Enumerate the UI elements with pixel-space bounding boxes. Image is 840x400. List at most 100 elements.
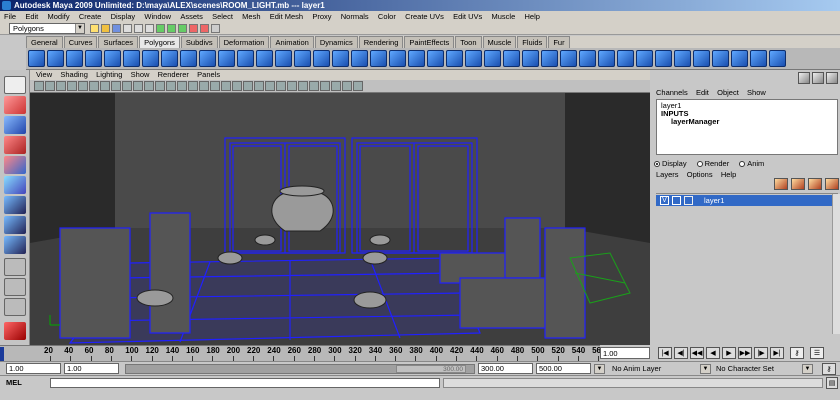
panel-tool-icon[interactable] bbox=[199, 81, 209, 91]
script-editor-icon[interactable]: ▤ bbox=[826, 377, 838, 389]
cb-menu-edit[interactable]: Edit bbox=[696, 88, 709, 97]
range-slider-thumb[interactable]: 300.00 bbox=[396, 365, 466, 373]
polygon-tool-icon[interactable] bbox=[769, 50, 786, 67]
layer-color-swatch[interactable] bbox=[684, 196, 693, 205]
ipr-render-icon[interactable] bbox=[200, 24, 209, 33]
panel-tool-icon[interactable] bbox=[342, 81, 352, 91]
chevron-down-icon[interactable]: ▼ bbox=[802, 364, 813, 374]
polygon-tool-icon[interactable] bbox=[446, 50, 463, 67]
auto-key-icon[interactable]: ⚷ bbox=[790, 347, 804, 359]
polygon-tool-icon[interactable] bbox=[541, 50, 558, 67]
layer-menu-options[interactable]: Options bbox=[687, 170, 713, 179]
character-set-dropdown[interactable]: No Character Set bbox=[716, 363, 774, 375]
layer-display-type-toggle[interactable] bbox=[672, 196, 681, 205]
panel-tool-icon[interactable] bbox=[78, 81, 88, 91]
snap-grid-icon[interactable] bbox=[156, 24, 165, 33]
shelf-tab-muscle[interactable]: Muscle bbox=[482, 36, 517, 48]
shelf-tab-fluids[interactable]: Fluids bbox=[517, 36, 548, 48]
polygon-tool-icon[interactable] bbox=[712, 50, 729, 67]
polygon-tool-icon[interactable] bbox=[66, 50, 83, 67]
panel-tool-icon[interactable] bbox=[287, 81, 297, 91]
polygon-tool-icon[interactable] bbox=[351, 50, 368, 67]
panel-tool-icon[interactable] bbox=[265, 81, 275, 91]
shelf-tab-rendering[interactable]: Rendering bbox=[358, 36, 404, 48]
step-forward-key-icon[interactable]: ▶▶ bbox=[738, 347, 752, 359]
panel-menu-view[interactable]: View bbox=[36, 70, 52, 79]
chevron-down-icon[interactable]: ▼ bbox=[594, 364, 605, 374]
chevron-down-icon[interactable]: ▼ bbox=[700, 364, 711, 374]
polygon-tool-icon[interactable] bbox=[693, 50, 710, 67]
layer-visibility-toggle[interactable]: V bbox=[660, 196, 669, 205]
move-layer-down-icon[interactable] bbox=[791, 178, 805, 190]
panel-tool-icon[interactable] bbox=[45, 81, 55, 91]
channel-box-toggle-icon[interactable] bbox=[826, 72, 838, 84]
outliner-layout-icon[interactable] bbox=[4, 322, 26, 340]
go-to-start-icon[interactable]: |◀ bbox=[658, 347, 672, 359]
step-back-icon[interactable]: ◀| bbox=[674, 347, 688, 359]
step-back-key-icon[interactable]: ◀◀ bbox=[690, 347, 704, 359]
shelf-tab-surfaces[interactable]: Surfaces bbox=[98, 36, 139, 48]
scale-tool-icon[interactable] bbox=[4, 176, 26, 194]
menu-display[interactable]: Display bbox=[111, 12, 136, 21]
start-time-field[interactable]: 1.00 bbox=[6, 363, 61, 374]
panel-tool-icon[interactable] bbox=[243, 81, 253, 91]
panel-tool-icon[interactable] bbox=[232, 81, 242, 91]
polygon-tool-icon[interactable] bbox=[142, 50, 159, 67]
mel-command-input[interactable] bbox=[50, 378, 440, 388]
layer-menu-layers[interactable]: Layers bbox=[656, 170, 679, 179]
shelf-tab-painteffects[interactable]: PaintEffects bbox=[404, 36, 455, 48]
new-scene-icon[interactable] bbox=[90, 24, 99, 33]
shelf-tab-curves[interactable]: Curves bbox=[63, 36, 98, 48]
select-tool-icon[interactable] bbox=[4, 76, 26, 94]
menu-select[interactable]: Select bbox=[212, 12, 233, 21]
menu-color[interactable]: Color bbox=[378, 12, 396, 21]
lasso-tool-icon[interactable] bbox=[4, 96, 26, 114]
menu-mesh[interactable]: Mesh bbox=[242, 12, 260, 21]
polygon-tool-icon[interactable] bbox=[617, 50, 634, 67]
snap-point-icon[interactable] bbox=[178, 24, 187, 33]
move-tool-icon[interactable] bbox=[4, 136, 26, 154]
four-pane-layout-icon[interactable] bbox=[4, 278, 26, 296]
menu-create[interactable]: Create bbox=[79, 12, 102, 21]
select-object-icon[interactable] bbox=[134, 24, 143, 33]
polygon-tool-icon[interactable] bbox=[636, 50, 653, 67]
polygon-tool-icon[interactable] bbox=[104, 50, 121, 67]
panel-tool-icon[interactable] bbox=[56, 81, 66, 91]
panel-menu-show[interactable]: Show bbox=[131, 70, 150, 79]
current-frame-field[interactable]: 1.00 bbox=[600, 347, 650, 359]
panel-tool-icon[interactable] bbox=[34, 81, 44, 91]
polygon-tool-icon[interactable] bbox=[256, 50, 273, 67]
shelf-tab-toon[interactable]: Toon bbox=[455, 36, 482, 48]
two-pane-layout-icon[interactable] bbox=[4, 298, 26, 316]
end-time-field[interactable]: 500.00 bbox=[536, 363, 591, 374]
panel-tool-icon[interactable] bbox=[166, 81, 176, 91]
panel-tool-icon[interactable] bbox=[111, 81, 121, 91]
panel-tool-icon[interactable] bbox=[122, 81, 132, 91]
panel-tool-icon[interactable] bbox=[188, 81, 198, 91]
cb-menu-channels[interactable]: Channels bbox=[656, 88, 688, 97]
polygon-tool-icon[interactable] bbox=[465, 50, 482, 67]
panel-tool-icon[interactable] bbox=[89, 81, 99, 91]
shelf-tab-animation[interactable]: Animation bbox=[270, 36, 314, 48]
polygon-tool-icon[interactable] bbox=[370, 50, 387, 67]
panel-tool-icon[interactable] bbox=[298, 81, 308, 91]
polygon-tool-icon[interactable] bbox=[161, 50, 178, 67]
menu-assets[interactable]: Assets bbox=[180, 12, 203, 21]
snap-curve-icon[interactable] bbox=[167, 24, 176, 33]
cb-menu-show[interactable]: Show bbox=[747, 88, 766, 97]
panel-tool-icon[interactable] bbox=[155, 81, 165, 91]
anim-layer-dropdown[interactable]: No Anim Layer bbox=[612, 363, 661, 375]
select-hierarchy-icon[interactable] bbox=[123, 24, 132, 33]
panel-tool-icon[interactable] bbox=[254, 81, 264, 91]
menu-file[interactable]: File bbox=[4, 12, 16, 21]
menu-muscle[interactable]: Muscle bbox=[492, 12, 516, 21]
polygon-tool-icon[interactable] bbox=[85, 50, 102, 67]
new-empty-layer-icon[interactable] bbox=[808, 178, 822, 190]
polygon-tool-icon[interactable] bbox=[199, 50, 216, 67]
key-icon[interactable]: ⚷ bbox=[822, 363, 836, 375]
polygon-tool-icon[interactable] bbox=[294, 50, 311, 67]
polygon-tool-icon[interactable] bbox=[579, 50, 596, 67]
save-scene-icon[interactable] bbox=[112, 24, 121, 33]
range-slider[interactable]: 300.00 bbox=[125, 364, 475, 374]
layer-mode-anim[interactable]: Anim bbox=[739, 158, 764, 169]
